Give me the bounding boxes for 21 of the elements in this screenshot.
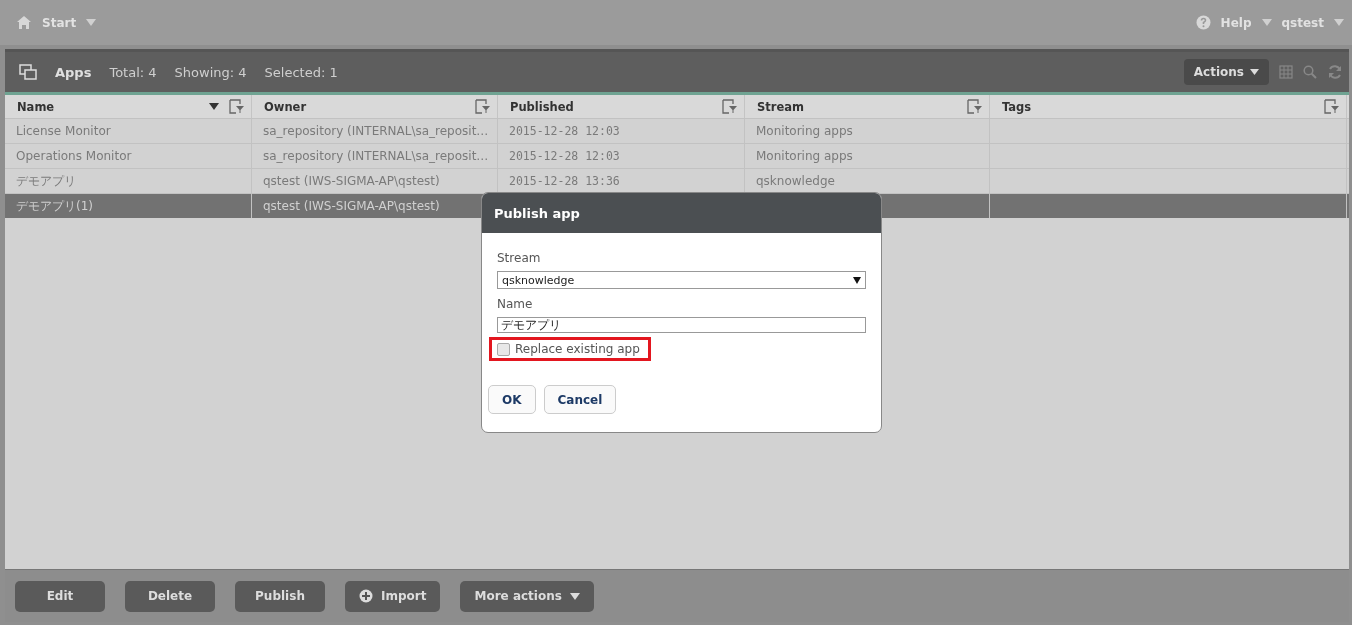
table-cell: Monitoring apps — [756, 124, 853, 138]
table-cell: qstest (IWS-SIGMA-AP\qstest) — [263, 199, 440, 213]
field-label: Stream — [497, 251, 542, 265]
table-cell: qsknowledge — [756, 174, 835, 188]
showing-count: Showing: 4 — [174, 64, 247, 80]
table-cell: 2015-12-28 13:36 — [509, 174, 620, 188]
table-cell: sa_repository (INTERNAL\sa_reposit… — [263, 124, 489, 138]
table-cell: License Monitor — [16, 124, 111, 138]
dialog-title: Publish app — [494, 205, 580, 221]
apps-title: Apps — [55, 64, 92, 80]
table-cell: 2015-12-28 12:03 — [509, 149, 620, 163]
table-cell: Monitoring apps — [756, 149, 853, 163]
field-label: Name — [497, 297, 534, 311]
table-cell: sa_repository (INTERNAL\sa_reposit… — [263, 149, 489, 163]
table-cell: 2015-12-28 12:03 — [509, 124, 620, 138]
selected-count: Selected: 1 — [264, 64, 338, 80]
total-count: Total: 4 — [109, 64, 157, 80]
table-cell: qstest (IWS-SIGMA-AP\qstest) — [263, 174, 440, 188]
table-cell: デモアプリ — [16, 172, 76, 190]
table-cell: Operations Monitor — [16, 149, 132, 163]
table-cell: デモアプリ(1) — [16, 197, 93, 215]
